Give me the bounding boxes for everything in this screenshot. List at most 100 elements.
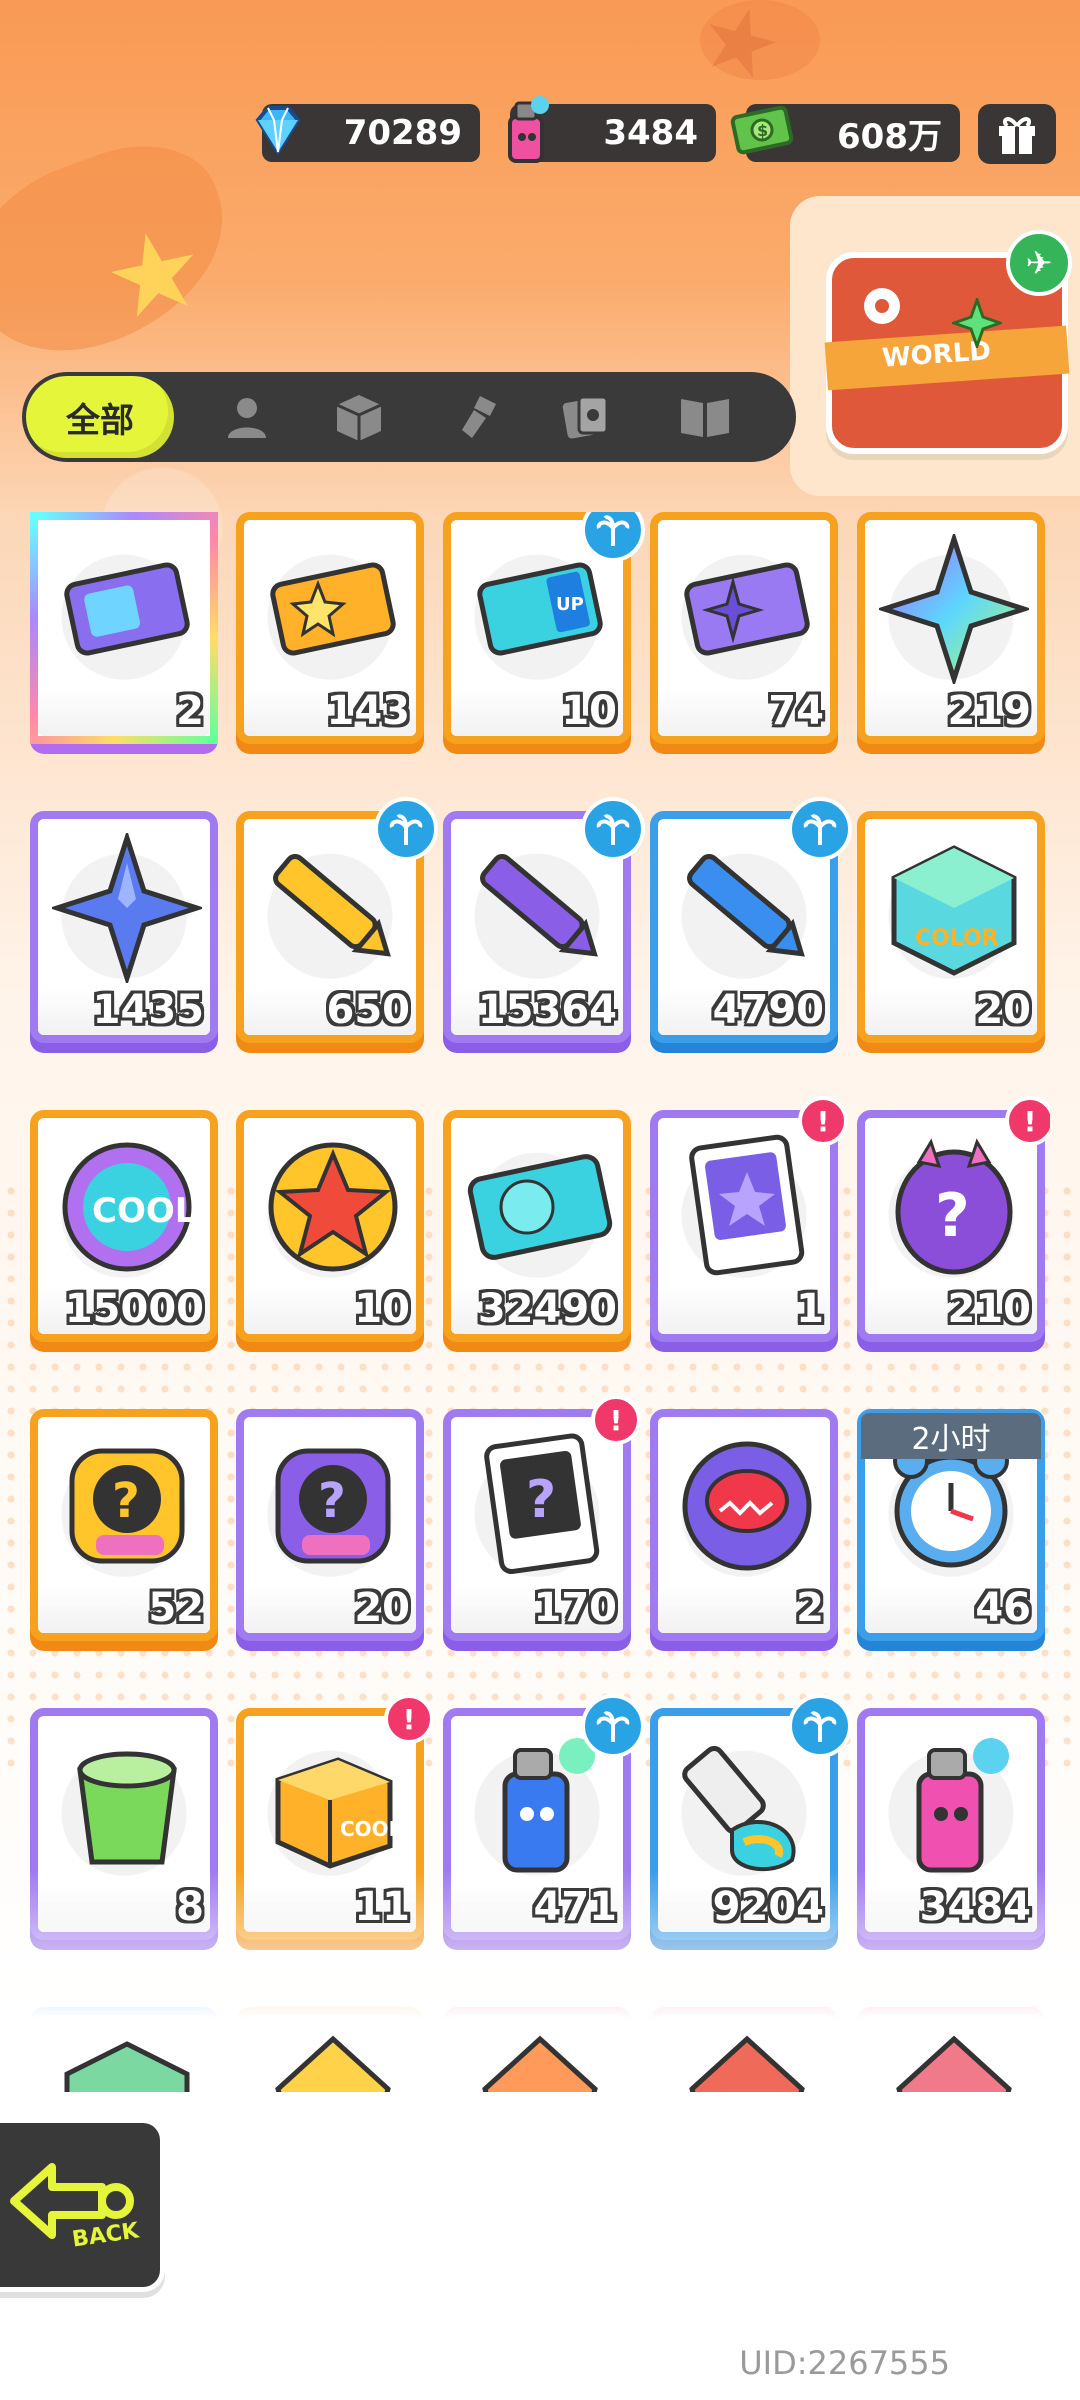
cool-badge-icon: COOL [52,1132,202,1282]
inventory-item-card[interactable]: 2 [650,1409,838,1641]
item-count: 219 [947,688,1032,734]
item-count: 4790 [712,987,824,1033]
item-count: 20 [354,1585,410,1631]
paint-brush-icon [462,396,496,438]
inventory-item-card[interactable]: 2 [30,512,218,744]
item-count: 15364 [477,987,617,1033]
tab-cards[interactable] [552,382,622,452]
inventory-item-card[interactable]: 32490 [443,1110,631,1342]
item-count: 20 [975,987,1031,1033]
user-id: UID:2267555 [739,2344,950,2382]
spray-amount: 3484 [603,113,698,153]
purple-ticket-icon [52,534,202,684]
yellow-crayon-icon [258,833,408,983]
svg-text:?: ? [112,1473,140,1529]
item-count: 1 [796,1286,824,1332]
inventory-item-card[interactable]: 4790 [650,797,852,1043]
world-travel-button[interactable]: WORLD ✈ [790,196,1080,496]
inventory-item-card[interactable]: 143 [236,512,424,744]
alert-badge-icon: ! [798,1096,848,1146]
burst-coin-icon [258,1132,408,1282]
airplane-icon: ✈ [1006,230,1072,296]
inventory-item-card[interactable]: 1! [650,1096,848,1342]
alert-badge-icon: ! [1005,1096,1050,1146]
inventory-item-card[interactable]: 219 [857,512,1045,744]
item-count: 210 [947,1286,1032,1332]
palm-tree-badge-icon [374,797,438,861]
inventory-item-card[interactable]: ? 170! [443,1395,641,1641]
item-count: 8 [176,1884,204,1930]
category-tabbar: 全部 [22,372,796,462]
item-count: 11 [354,1884,410,1930]
item-count: 3484 [919,1884,1031,1930]
svg-text:?: ? [935,1181,970,1251]
gold-ticket-icon [258,534,408,684]
tab-boxes[interactable] [324,382,394,452]
inventory-item-card[interactable]: 15364 [443,797,645,1043]
item-count: 32490 [477,1286,617,1332]
inventory-item-card[interactable]: ? 210! [857,1096,1050,1342]
inventory-item-card[interactable]: COLOR 20 [857,811,1045,1043]
up-ticket-icon: UP [465,534,615,684]
palm-tree-badge-icon [581,797,645,861]
inventory-grid: 2 143 UP 10 74 219 1435 650 15364 4790 COLOR 20 COOL… [30,512,1050,2092]
item-count: 2 [176,688,204,734]
inventory-item-card[interactable]: ? 20 [236,1409,424,1641]
item-count: 9204 [712,1884,824,1930]
tab-paint[interactable] [440,382,510,452]
alert-badge-icon: ! [591,1395,641,1445]
svg-text:$: $ [757,121,768,140]
inventory-item-card[interactable]: 2小时 46 [857,1409,1045,1641]
blue-spray-can-icon [465,1730,615,1880]
inventory-item-card[interactable]: COOL 15000 [30,1110,218,1342]
tab-book[interactable] [670,382,740,452]
book-icon [681,399,729,437]
gift-box-button[interactable] [978,104,1056,164]
cash-currency[interactable]: $ 608万 [730,104,960,162]
svg-text:?: ? [318,1473,346,1529]
svg-text:COOL: COOL [340,1817,402,1841]
tab-all[interactable]: 全部 [26,376,174,458]
season-ticket-icon [465,1132,615,1282]
rainbow-star-icon [879,534,1029,684]
red-crystal-icon [672,2029,822,2092]
item-count: 74 [768,688,824,734]
green-cube-icon [52,2029,202,2092]
item-count: 10 [354,1286,410,1332]
item-count: 46 [975,1585,1031,1631]
tab-characters[interactable] [212,382,282,452]
travel-mystery-card-icon: ? [465,1431,615,1581]
item-count: 10 [561,688,617,734]
purple-crayon-icon [465,833,615,983]
item-count: 15000 [64,1286,204,1332]
orange-crystal-icon [465,2029,615,2092]
diamond-amount: 70289 [343,113,462,153]
cash-amount: 608万 [837,116,942,157]
back-button[interactable]: BACK [0,2118,165,2292]
inventory-item-card[interactable]: 74 [650,512,838,744]
spray-currency[interactable]: 3484 [508,96,716,163]
cards-icon [562,395,609,439]
inventory-item-card[interactable]: 10 [236,1110,424,1342]
item-count: 1435 [92,987,204,1033]
diamond-currency[interactable]: 70289 [255,104,480,162]
inventory-item-card[interactable]: UP 10 [443,512,645,744]
blue-star-icon [52,833,202,983]
inventory-item-card[interactable]: 650 [236,797,438,1043]
pink-spray-can-icon [879,1730,1029,1880]
cool-box-icon: COOL [258,1730,408,1880]
spray-can-icon [488,92,564,168]
diamond-icon [240,92,316,168]
color-block-icon: COLOR [879,833,1029,983]
blue-crayon-icon [672,833,822,983]
box-icon [336,395,382,441]
inventory-item-card[interactable]: 1435 [30,811,218,1043]
svg-text:UP: UP [556,594,584,615]
gift-box-icon [999,117,1035,154]
palm-tree-badge-icon [788,1694,852,1758]
travel-card-icon [672,1132,822,1282]
item-count: 170 [533,1585,618,1631]
inventory-item-card[interactable]: ? 52 [30,1409,218,1641]
item-count: 471 [533,1884,618,1930]
item-count: 2 [796,1585,824,1631]
